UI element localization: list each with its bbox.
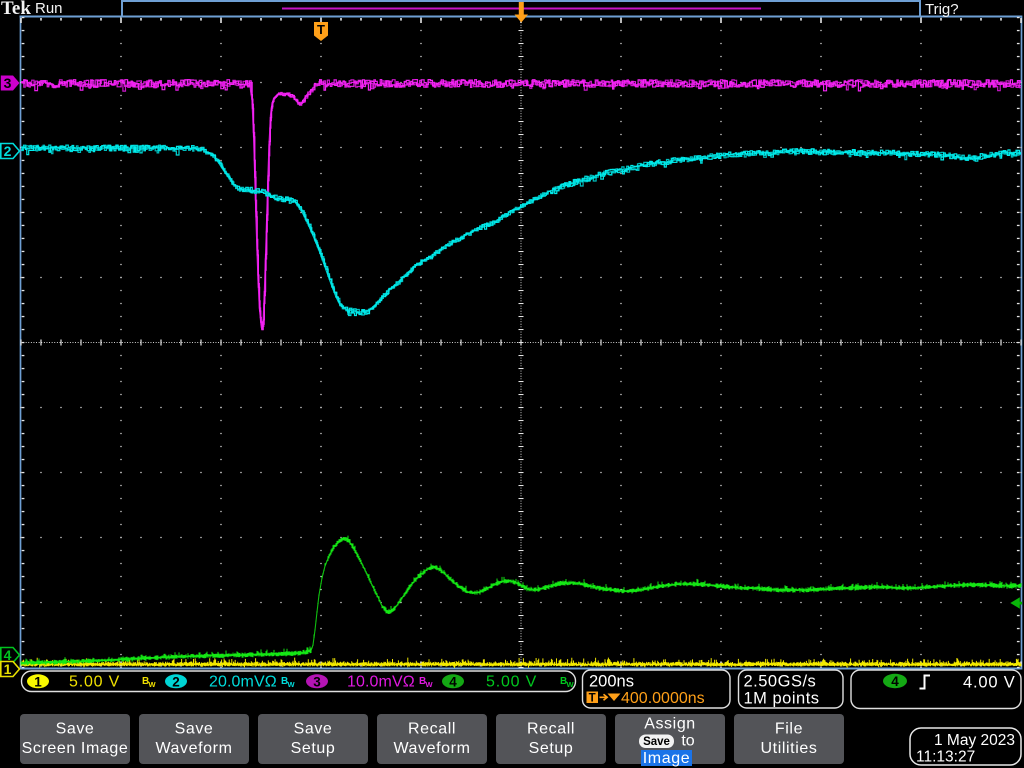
svg-text:2: 2	[4, 143, 12, 159]
svg-text:400.0000ns: 400.0000ns	[621, 690, 705, 707]
svg-text:3: 3	[313, 674, 321, 689]
svg-text:11:13:27: 11:13:27	[916, 749, 975, 766]
svg-text:W: W	[567, 680, 575, 689]
svg-text:Recall: Recall	[408, 721, 456, 738]
svg-text:Recall: Recall	[527, 721, 575, 738]
svg-text:Assign: Assign	[644, 716, 696, 733]
svg-text:Tek: Tek	[1, 0, 31, 19]
svg-text:200ns: 200ns	[589, 673, 634, 691]
svg-text:to: to	[681, 733, 694, 750]
svg-text:4.00 V: 4.00 V	[963, 674, 1016, 692]
svg-text:1 May 2023: 1 May 2023	[934, 732, 1015, 749]
svg-text:5.00 V: 5.00 V	[69, 674, 120, 691]
svg-text:Save: Save	[294, 721, 333, 738]
svg-text:Setup: Setup	[291, 740, 336, 757]
svg-text:1: 1	[4, 661, 12, 677]
svg-text:10.0mVΩ: 10.0mVΩ	[347, 674, 415, 691]
svg-text:W: W	[149, 680, 157, 689]
svg-text:2: 2	[172, 674, 180, 689]
svg-text:Image: Image	[643, 750, 690, 767]
svg-text:Save: Save	[643, 736, 670, 748]
svg-text:3: 3	[4, 75, 12, 91]
svg-text:Save: Save	[175, 721, 214, 738]
svg-text:5.00 V: 5.00 V	[486, 674, 537, 691]
svg-text:4: 4	[891, 674, 899, 689]
svg-text:Trig?: Trig?	[925, 1, 959, 18]
svg-text:Waveform: Waveform	[155, 740, 232, 757]
svg-text:W: W	[426, 680, 434, 689]
svg-text:Setup: Setup	[529, 740, 574, 757]
svg-text:T: T	[317, 22, 325, 37]
svg-text:Utilities: Utilities	[761, 740, 818, 757]
svg-text:20.0mVΩ: 20.0mVΩ	[209, 674, 277, 691]
svg-text:2.50GS/s: 2.50GS/s	[744, 673, 817, 691]
svg-text:Run: Run	[35, 0, 63, 17]
svg-text:1: 1	[34, 674, 42, 689]
svg-text:W: W	[288, 680, 296, 689]
svg-text:T: T	[589, 693, 596, 705]
svg-text:Waveform: Waveform	[393, 740, 470, 757]
svg-text:4: 4	[449, 674, 457, 689]
svg-text:File: File	[775, 721, 803, 738]
svg-text:1M points: 1M points	[744, 690, 820, 708]
svg-text:Screen Image: Screen Image	[22, 740, 129, 757]
svg-text:Save: Save	[56, 721, 95, 738]
